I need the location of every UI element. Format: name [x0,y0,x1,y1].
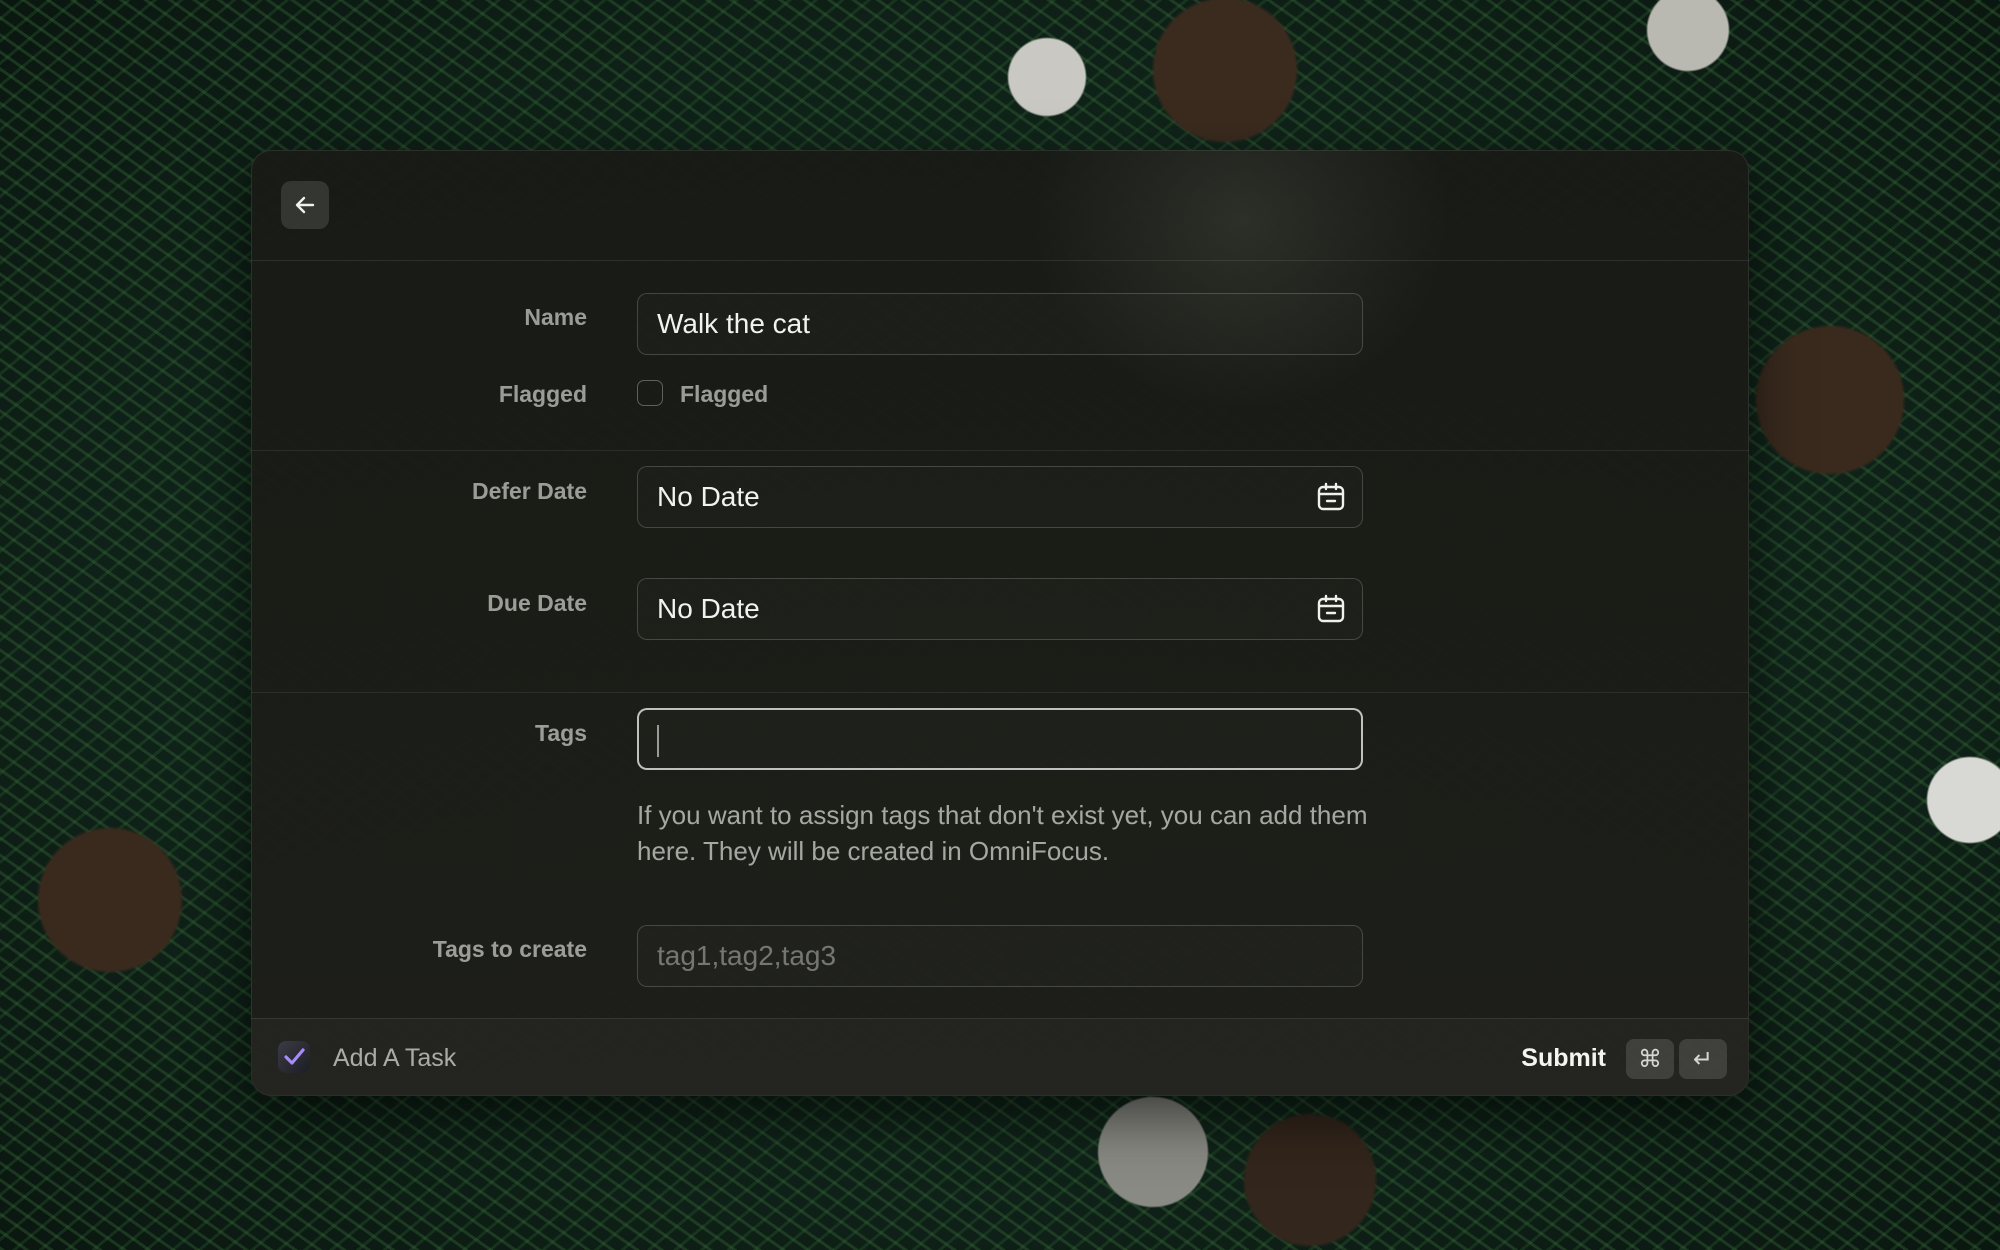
return-key: ↵ [1679,1039,1727,1079]
due-date-field[interactable]: No Date [637,578,1363,640]
tags-to-create-field[interactable]: tag1,tag2,tag3 [637,925,1363,987]
checkmark-icon [278,1041,310,1073]
due-date-value: No Date [657,593,760,624]
action-bar: Add A Task Submit ⌘ ↵ [251,1018,1749,1096]
text-caret [657,725,659,757]
task-form: Name Walk the cat Flagged Flagged Defer … [251,261,1749,1096]
task-form-window: Name Walk the cat Flagged Flagged Defer … [251,150,1749,1096]
defer-date-value: No Date [657,481,760,512]
back-button[interactable] [281,181,329,229]
window-header [251,150,1749,261]
command-title: Add A Task [333,1044,457,1072]
name-field[interactable]: Walk the cat [637,293,1363,355]
flagged-label: Flagged [498,381,587,407]
name-value: Walk the cat [657,308,811,339]
command-key: ⌘ [1626,1039,1674,1079]
arrow-left-icon [295,196,315,214]
section-divider [251,450,1749,451]
calendar-icon[interactable] [1316,482,1346,512]
defer-date-field[interactable]: No Date [637,466,1363,528]
due-date-label: Due Date [487,590,587,616]
tags-label: Tags [535,720,587,746]
flagged-checkbox[interactable] [637,380,663,406]
submit-button[interactable]: Submit [1521,1019,1606,1096]
flagged-checkbox-label[interactable]: Flagged [680,381,768,408]
name-label: Name [524,304,587,330]
tags-help-text: If you want to assign tags that don't ex… [637,800,1368,866]
section-divider [251,692,1749,693]
tags-field[interactable] [637,708,1363,770]
tags-to-create-placeholder: tag1,tag2,tag3 [657,940,837,971]
calendar-icon[interactable] [1316,594,1346,624]
defer-date-label: Defer Date [471,478,587,504]
tags-to-create-label: Tags to create [432,936,587,962]
